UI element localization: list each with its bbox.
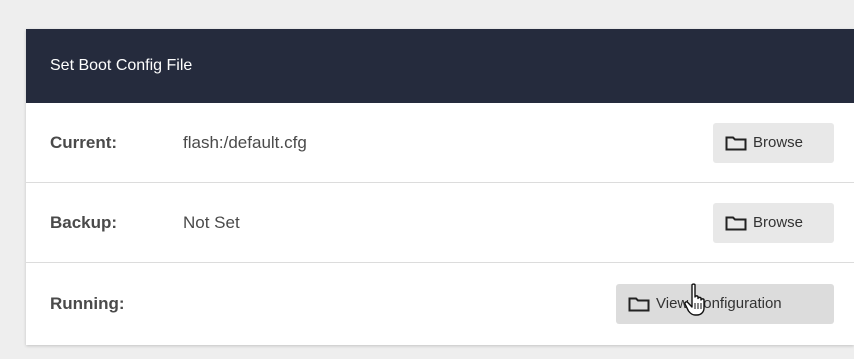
current-value: flash:/default.cfg [183, 132, 307, 152]
boot-config-panel: Set Boot Config File Current: flash:/def… [26, 29, 854, 345]
browse-current-label: Browse [753, 134, 804, 151]
browse-backup-label: Browse [753, 214, 804, 231]
row-current: Current: flash:/default.cfg Browse [26, 103, 854, 183]
backup-value: Not Set [183, 212, 240, 232]
folder-icon [725, 215, 747, 231]
row-backup: Backup: Not Set Browse [26, 183, 854, 263]
backup-label: Backup: [50, 212, 118, 232]
running-label: Running: [50, 293, 125, 313]
browse-current-button[interactable]: Browse [713, 122, 834, 163]
folder-icon [725, 135, 747, 151]
view-configuration-label: View Configuration [656, 295, 782, 312]
folder-icon [628, 296, 650, 312]
browse-backup-button[interactable]: Browse [713, 202, 834, 243]
panel-header: Set Boot Config File [26, 29, 854, 103]
view-configuration-button[interactable]: View Configuration [616, 283, 834, 324]
row-running: Running: View Configuration [26, 263, 854, 344]
current-label: Current: [50, 132, 118, 152]
panel-title: Set Boot Config File [50, 57, 193, 74]
